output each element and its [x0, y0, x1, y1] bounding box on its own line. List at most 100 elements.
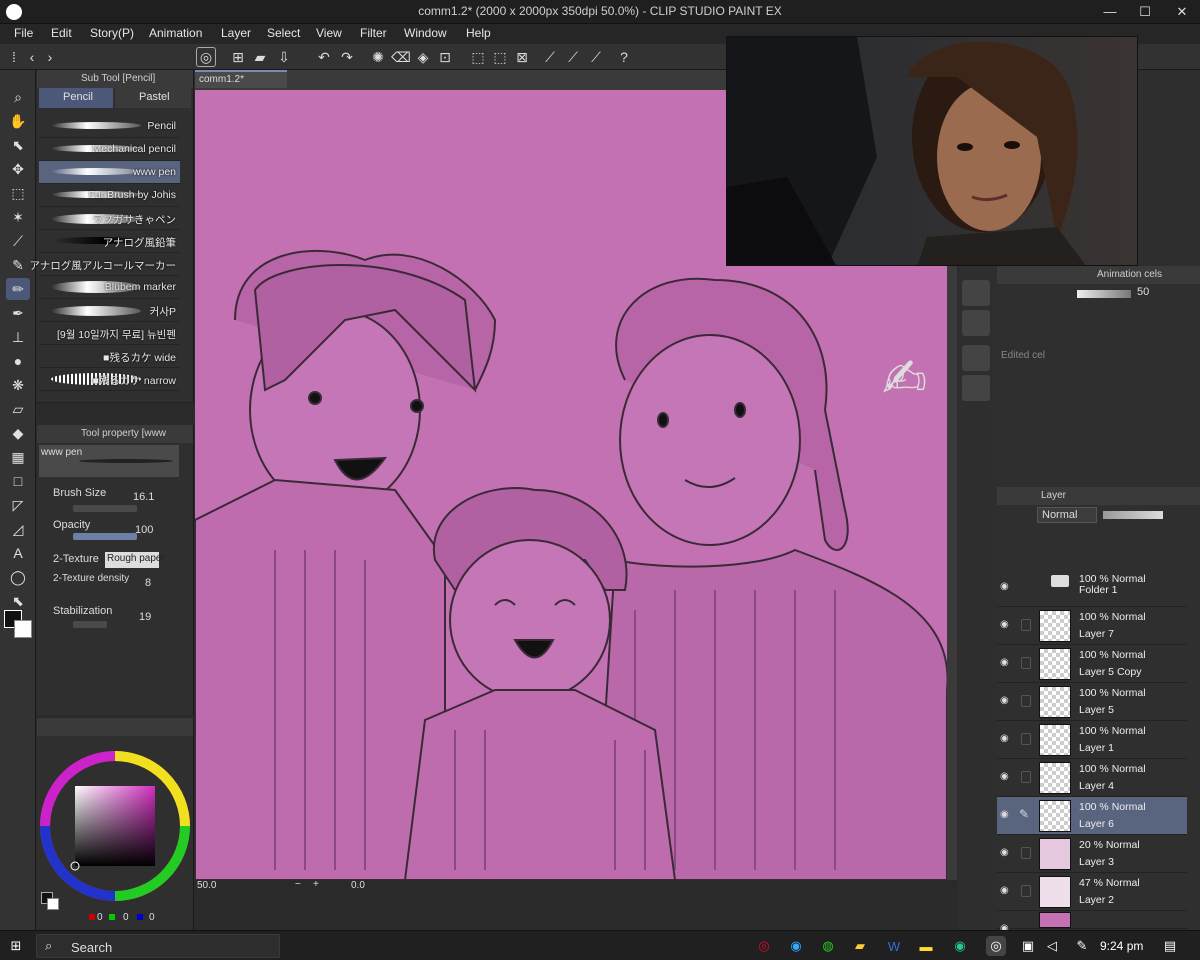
snap-icon[interactable]: ⟋: [563, 47, 583, 67]
menu-filter[interactable]: Filter: [360, 26, 387, 40]
eye-icon[interactable]: ◉: [1000, 695, 1014, 706]
deselect-icon[interactable]: ⬚: [468, 47, 488, 67]
hand-icon[interactable]: ✋: [6, 110, 30, 132]
opacity-slider[interactable]: [1077, 290, 1131, 298]
maximize-button[interactable]: ☐: [1135, 2, 1155, 22]
move-icon[interactable]: ✥: [6, 158, 30, 180]
texture-select[interactable]: Rough paper: [105, 552, 165, 568]
panel-icon[interactable]: [962, 345, 990, 371]
upwork-icon[interactable]: ◍: [818, 936, 838, 956]
lock-icon[interactable]: [1021, 695, 1031, 707]
airbrush-icon[interactable]: ⊥: [6, 326, 30, 348]
text-icon[interactable]: A: [6, 542, 30, 564]
close-button[interactable]: ✕: [1172, 2, 1192, 22]
zoom-in-icon[interactable]: +: [313, 879, 319, 890]
lock-icon[interactable]: [1021, 733, 1031, 745]
brush-item[interactable]: 커사P: [39, 299, 180, 322]
auto-select-icon[interactable]: ✶: [6, 206, 30, 228]
layer-row[interactable]: ◉ 100 % Normal Layer 5: [997, 683, 1187, 721]
word-icon[interactable]: W: [884, 936, 904, 956]
blue-value[interactable]: 0: [149, 912, 155, 923]
forward-icon[interactable]: ›: [40, 47, 60, 67]
stabilization-value[interactable]: 19: [139, 611, 151, 623]
transform-icon[interactable]: ⊡: [435, 47, 455, 67]
brush-item[interactable]: ■残るカケ wide: [39, 345, 180, 368]
opacity-value[interactable]: 100: [135, 524, 153, 536]
menu-edit[interactable]: Edit: [51, 26, 72, 40]
eye-icon[interactable]: ◉: [1000, 847, 1014, 858]
correct-line-icon[interactable]: ⬉: [6, 590, 30, 612]
new-file-icon[interactable]: ⊞: [228, 47, 248, 67]
layer-row-selected[interactable]: ◉ ✎ 100 % Normal Layer 6: [997, 797, 1187, 835]
zoom-value[interactable]: 50.0: [197, 880, 216, 891]
lock-icon[interactable]: [1021, 847, 1031, 859]
network-icon[interactable]: ▣: [1018, 936, 1038, 956]
eye-icon[interactable]: ◉: [1000, 619, 1014, 630]
tab-pastel[interactable]: Pastel: [115, 88, 191, 108]
brush-item-selected[interactable]: www pen: [39, 161, 180, 184]
ruler-tool-icon[interactable]: ◿: [6, 518, 30, 540]
eye-icon[interactable]: ◉: [1000, 809, 1014, 820]
menu-layer[interactable]: Layer: [221, 26, 251, 40]
brush-item[interactable]: アナログ風鉛筆: [39, 230, 180, 253]
back-icon[interactable]: ‹: [22, 47, 42, 67]
menu-animation[interactable]: Animation: [149, 26, 202, 40]
menu-file[interactable]: File: [14, 26, 33, 40]
clear-icon[interactable]: ⌫: [391, 47, 411, 67]
menu-story[interactable]: Story(P): [90, 26, 134, 40]
save-icon[interactable]: ⇩: [274, 47, 294, 67]
open-folder-icon[interactable]: ▰: [250, 47, 270, 67]
balloon-icon[interactable]: ◯: [6, 566, 30, 588]
sub-color-swatch[interactable]: [14, 620, 32, 638]
decoration-icon[interactable]: ❋: [6, 374, 30, 396]
blend-mode-select[interactable]: Normal: [1037, 507, 1097, 523]
eye-icon[interactable]: ◉: [1000, 581, 1014, 592]
clip-studio-icon[interactable]: ◎: [196, 47, 216, 67]
ruler-icon[interactable]: ⟋: [540, 47, 560, 67]
eye-icon[interactable]: ◉: [1000, 657, 1014, 668]
panel-icon[interactable]: [962, 375, 990, 401]
layer-row[interactable]: ◉ 100 % Normal Layer 1: [997, 721, 1187, 759]
brush-item[interactable]: ■残るカケ narrow: [39, 368, 180, 391]
layer-row-folder[interactable]: ◉ 100 % Normal Folder 1: [997, 569, 1187, 607]
crop-icon[interactable]: ⊠: [512, 47, 532, 67]
whatsapp-icon[interactable]: ◉: [950, 936, 970, 956]
brush-size-slider[interactable]: [73, 505, 137, 512]
volume-icon[interactable]: ◁: [1042, 936, 1062, 956]
zoom-out-icon[interactable]: −: [295, 879, 301, 890]
brush-item[interactable]: ラフガサきゃペン: [39, 207, 180, 230]
eyedropper-icon[interactable]: ⟋: [6, 230, 30, 252]
panel-icon[interactable]: [962, 280, 990, 306]
tab-pencil[interactable]: Pencil: [39, 88, 113, 108]
eye-icon[interactable]: ◉: [1000, 885, 1014, 896]
menu-window[interactable]: Window: [404, 26, 447, 40]
panel-icon[interactable]: [962, 310, 990, 336]
frame-icon[interactable]: ◸: [6, 494, 30, 516]
lock-icon[interactable]: [1021, 619, 1031, 631]
brush-item[interactable]: Mechanical pencil: [39, 138, 180, 161]
clip-studio-taskbar-icon[interactable]: ◎: [986, 936, 1006, 956]
stabilization-slider[interactable]: [73, 621, 107, 628]
red-value[interactable]: 0: [97, 912, 103, 923]
brush-size-value[interactable]: 16.1: [133, 491, 154, 503]
snap-grid-icon[interactable]: ⟋: [586, 47, 606, 67]
brush-item[interactable]: [9월 10일까지 무료] 뉴빈펜: [39, 322, 180, 345]
layer-row[interactable]: ◉ 100 % Normal Layer 4: [997, 759, 1187, 797]
loading-icon[interactable]: ✺: [368, 47, 388, 67]
layer-row-paper[interactable]: ◉: [997, 911, 1187, 934]
taskbar-search[interactable]: ⌕ Search: [36, 934, 280, 958]
fill-icon[interactable]: ◈: [413, 47, 433, 67]
help-icon[interactable]: ?: [614, 47, 634, 67]
zoom-icon[interactable]: ⌕: [6, 86, 30, 108]
pen-tray-icon[interactable]: ✎: [1072, 936, 1092, 956]
lock-icon[interactable]: [1021, 657, 1031, 669]
eraser-icon[interactable]: ▱: [6, 398, 30, 420]
layer-row[interactable]: ◉ 100 % Normal Layer 5 Copy: [997, 645, 1187, 683]
brush-icon[interactable]: ✒: [6, 302, 30, 324]
brush-item[interactable]: アナログ風アルコールマーカー: [30, 253, 180, 276]
brush-item[interactable]: Pencil: [39, 115, 180, 138]
rotate-value[interactable]: 0.0: [351, 880, 365, 891]
green-value[interactable]: 0: [123, 912, 129, 923]
eye-icon[interactable]: ◉: [1000, 733, 1014, 744]
redo-icon[interactable]: ↷: [337, 47, 357, 67]
